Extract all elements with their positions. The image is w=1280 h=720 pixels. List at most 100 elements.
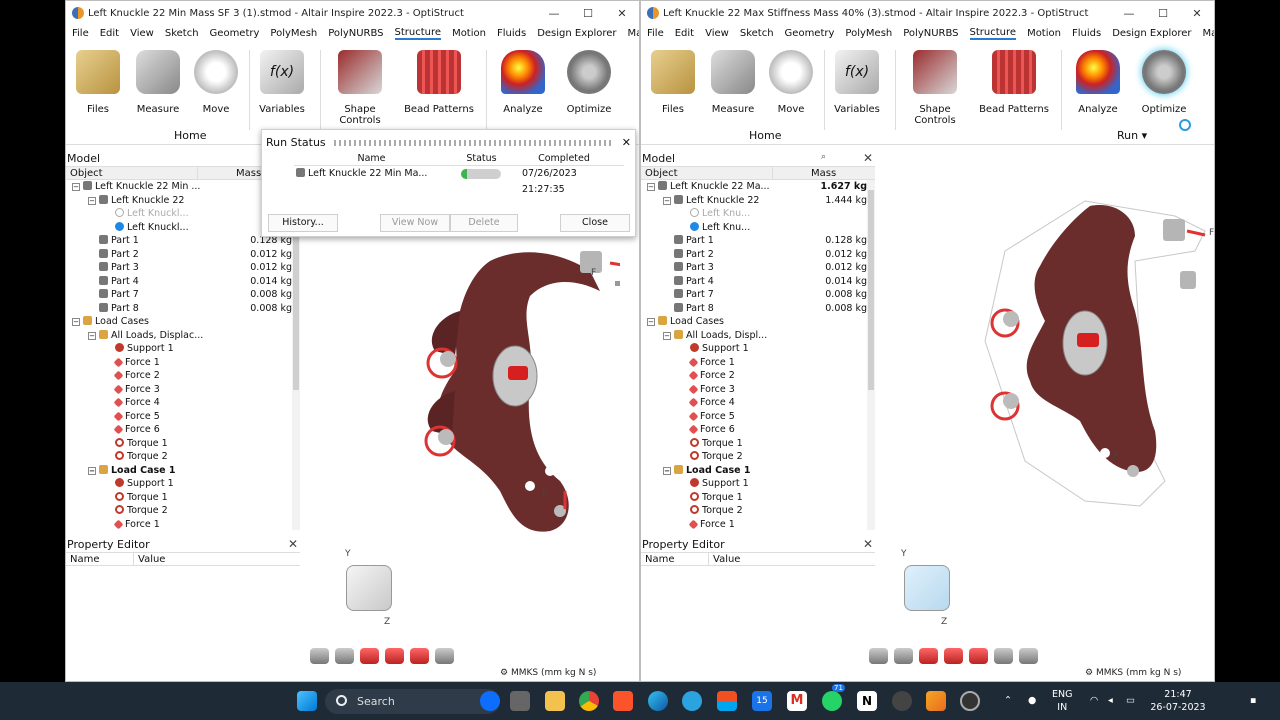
chevron-up-icon[interactable]: ⌃	[1004, 694, 1012, 707]
tree-row[interactable]: Force 2	[66, 369, 300, 383]
close-icon[interactable]: ✕	[863, 537, 873, 551]
notification-icon[interactable]: ▪	[1250, 694, 1256, 707]
close-icon[interactable]: ✕	[622, 136, 631, 149]
menu-polymesh[interactable]: PolyMesh	[845, 28, 892, 39]
measure-tool[interactable]: Measure	[707, 50, 759, 115]
menu-file[interactable]: File	[647, 28, 664, 39]
tree-row[interactable]: − Load Case 1	[66, 464, 300, 478]
tree-row[interactable]: Torque 1	[641, 437, 875, 451]
battery-icon[interactable]: ▭	[1126, 694, 1135, 707]
whatsapp-icon[interactable]: 71	[822, 684, 845, 711]
tree-row[interactable]: Force 4	[66, 396, 300, 410]
edge-icon[interactable]	[648, 691, 668, 711]
collapse-icon[interactable]: −	[88, 466, 96, 475]
chrome-icon[interactable]	[579, 691, 599, 711]
files-tool[interactable]: Files	[647, 50, 699, 115]
clock[interactable]: 21:47 26-07-2023	[1148, 688, 1208, 714]
status-column-header[interactable]: Status	[449, 152, 514, 165]
store-icon[interactable]	[717, 691, 737, 711]
search-icon[interactable]: ⌕	[821, 152, 826, 162]
tree-row[interactable]: Force 1	[641, 518, 875, 531]
tree-row[interactable]: Part 3 0.012 kg	[641, 261, 875, 275]
language-indicator[interactable]: ENG IN	[1052, 688, 1072, 714]
files-tool[interactable]: Files	[72, 50, 124, 115]
tree-row[interactable]: Force 3	[66, 383, 300, 397]
collapse-icon[interactable]: −	[88, 196, 96, 205]
menu-fluids[interactable]: Fluids	[1072, 28, 1101, 39]
menu-sketch[interactable]: Sketch	[740, 28, 774, 39]
minimize-button[interactable]: —	[1112, 7, 1146, 20]
tree-row[interactable]: − Left Knuckle 22 Ma... 1.627 kg	[641, 180, 875, 194]
collapse-icon[interactable]: −	[663, 331, 671, 340]
view-cube[interactable]	[346, 565, 392, 611]
drag-grip[interactable]	[333, 140, 614, 146]
file-explorer-icon[interactable]	[545, 691, 565, 711]
menu-polynurbs[interactable]: PolyNURBS	[328, 28, 383, 39]
view-now-button[interactable]: View Now	[380, 214, 450, 232]
bing-icon[interactable]	[480, 691, 500, 711]
analyze-tool[interactable]: Analyze	[498, 50, 548, 115]
tree-row[interactable]: Support 1	[66, 477, 300, 491]
move-tool[interactable]: Move	[190, 50, 242, 115]
menu-geometry[interactable]: Geometry	[785, 28, 835, 39]
title-bar[interactable]: Left Knuckle 22 Max Stiffness Mass 40% (…	[641, 1, 1214, 25]
zoom-icon[interactable]	[410, 648, 429, 664]
collapse-icon[interactable]: −	[647, 318, 655, 326]
bead-patterns-tool[interactable]: Bead Patterns	[404, 50, 474, 115]
menu-fluids[interactable]: Fluids	[497, 28, 526, 39]
tree-row[interactable]: Torque 2	[66, 450, 300, 464]
menu-polynurbs[interactable]: PolyNURBS	[903, 28, 958, 39]
section-icon[interactable]	[360, 648, 379, 664]
start-icon[interactable]	[297, 691, 317, 711]
orbit-icon[interactable]	[435, 648, 454, 664]
tree-row[interactable]: − Left Knuckle 22 1.444 kg	[641, 194, 875, 208]
shape-controls-tool[interactable]: Shape Controls	[899, 50, 971, 126]
section-icon[interactable]	[919, 648, 938, 664]
tree-row[interactable]: Force 3	[641, 383, 875, 397]
bead-patterns-tool[interactable]: Bead Patterns	[979, 50, 1049, 115]
collapse-icon[interactable]: −	[72, 183, 80, 191]
radio-icon[interactable]	[690, 208, 699, 217]
tree-row[interactable]: Torque 1	[66, 437, 300, 451]
tree-row[interactable]: − Load Cases	[641, 315, 875, 329]
run-row[interactable]: Left Knuckle 22 Min Ma... 07/26/2023 21:…	[294, 166, 624, 195]
box-select-icon[interactable]	[385, 648, 404, 664]
mass-column-header[interactable]: Mass	[773, 167, 875, 179]
tree-row[interactable]: Torque 1	[66, 491, 300, 505]
brave-icon[interactable]	[613, 691, 633, 711]
analyze-tool[interactable]: Analyze	[1073, 50, 1123, 115]
tree-row[interactable]: Force 6	[641, 423, 875, 437]
tree-row[interactable]: Force 4	[641, 396, 875, 410]
minimize-button[interactable]: —	[537, 7, 571, 20]
name-column-header[interactable]: Name	[294, 152, 449, 165]
tree-row[interactable]: Torque 2	[66, 504, 300, 518]
tree-row[interactable]: Part 8 0.008 kg	[641, 302, 875, 316]
tree-row[interactable]: Force 6	[66, 423, 300, 437]
menu-motion[interactable]: Motion	[1027, 28, 1061, 39]
tree-row[interactable]: Part 4 0.014 kg	[641, 275, 875, 289]
tree-row[interactable]: Part 2 0.012 kg	[641, 248, 875, 262]
tree-row[interactable]: Part 3 0.012 kg	[66, 261, 300, 275]
tree-row[interactable]: Part 4 0.014 kg	[66, 275, 300, 289]
delete-button[interactable]: Delete	[450, 214, 518, 232]
zoom-icon[interactable]	[969, 648, 988, 664]
tree-row[interactable]: Left Knu...	[641, 221, 875, 235]
measure-tool[interactable]: Measure	[132, 50, 184, 115]
tree-row[interactable]: Part 1 0.128 kg	[641, 234, 875, 248]
tree-row[interactable]: Part 7 0.008 kg	[641, 288, 875, 302]
tree-row[interactable]: Force 2	[641, 369, 875, 383]
tree-row[interactable]: Part 2 0.012 kg	[66, 248, 300, 262]
calendar-icon[interactable]: 15	[752, 691, 772, 711]
object-column-header[interactable]: Object	[66, 167, 198, 179]
tree-row[interactable]: − All Loads, Displac...	[66, 329, 300, 343]
units-selector[interactable]: ⚙ MMKS (mm kg N s)	[500, 668, 596, 678]
tree-row[interactable]: Part 8 0.008 kg	[66, 302, 300, 316]
ribbon-group-run[interactable]: Run ▾	[1117, 129, 1147, 142]
menu-manu[interactable]: Manu	[628, 28, 639, 39]
history-button[interactable]: History...	[268, 214, 338, 232]
media-player-icon[interactable]	[960, 691, 980, 711]
menu-structure[interactable]: Structure	[394, 27, 442, 40]
close-icon[interactable]: ✕	[863, 151, 873, 165]
tree-row[interactable]: Part 7 0.008 kg	[66, 288, 300, 302]
eye-icon[interactable]	[869, 648, 888, 664]
